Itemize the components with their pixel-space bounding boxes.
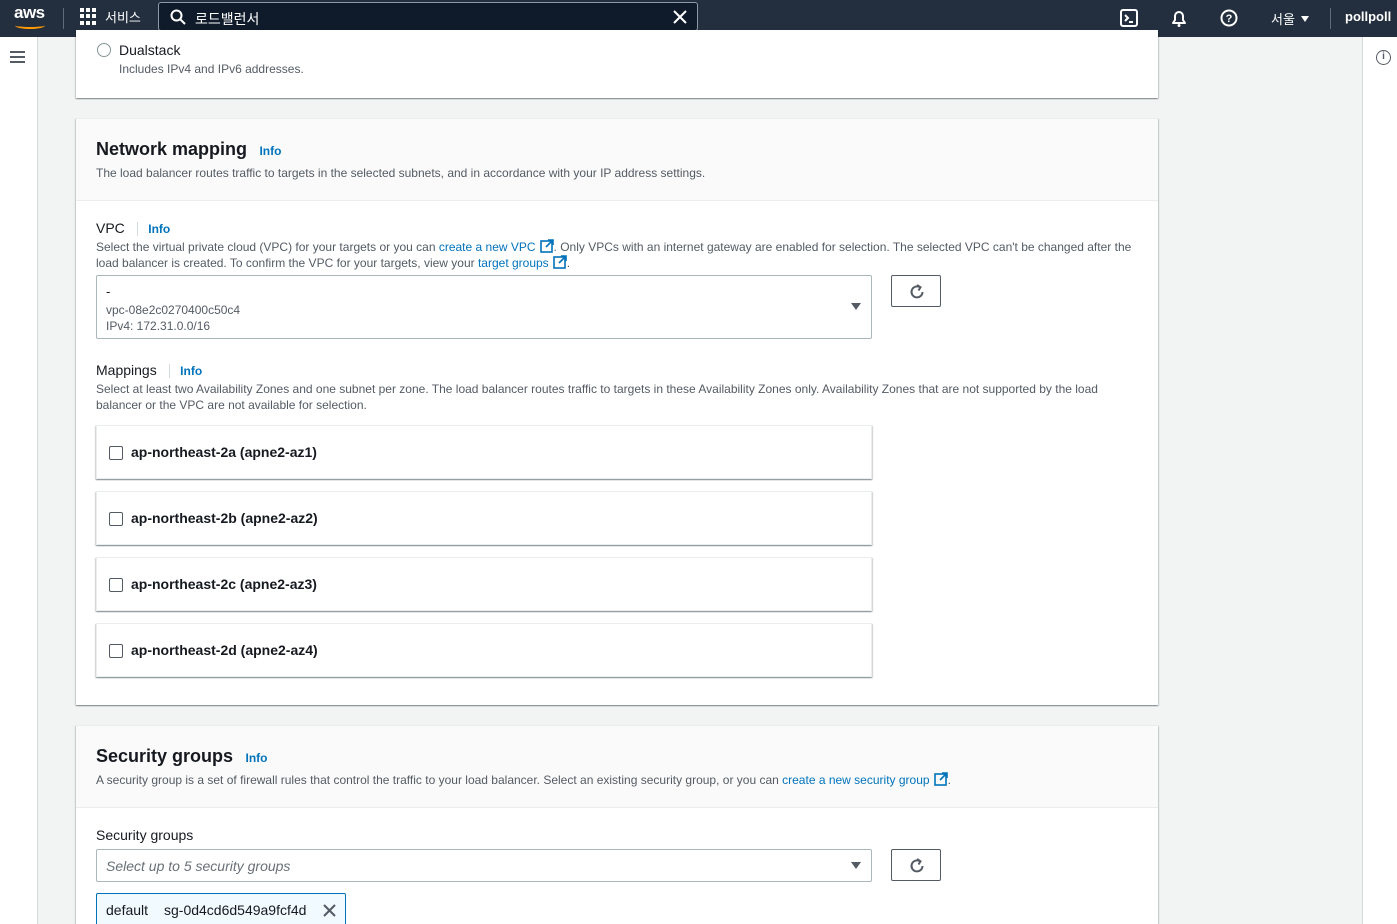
vpc-select[interactable]: - vpc-08e2c0270400c50c4 IPv4: 172.31.0.0…	[96, 275, 872, 339]
external-link-icon	[933, 772, 948, 786]
az-label: ap-northeast-2c (apne2-az3)	[131, 576, 317, 592]
az-label: ap-northeast-2d (apne2-az4)	[131, 642, 318, 658]
caret-down-icon	[851, 303, 861, 310]
security-groups-panel: Security groups Info A security group is…	[76, 725, 1158, 924]
security-groups-info-link[interactable]: Info	[245, 751, 267, 765]
az-option[interactable]: ap-northeast-2d (apne2-az4)	[96, 623, 872, 677]
nav-divider	[63, 8, 64, 29]
az-checkbox[interactable]	[109, 578, 123, 592]
vpc-description: Select the virtual private cloud (VPC) f…	[96, 239, 1136, 271]
az-option[interactable]: ap-northeast-2c (apne2-az3)	[96, 557, 872, 611]
security-groups-header: Security groups Info A security group is…	[76, 726, 1158, 808]
external-link-icon	[552, 255, 567, 269]
network-mapping-header: Network mapping Info The load balancer r…	[76, 119, 1158, 201]
search-icon	[170, 9, 186, 25]
dualstack-radio[interactable]	[97, 43, 111, 57]
create-security-group-link[interactable]: create a new security group	[782, 773, 929, 787]
security-groups-description: A security group is a set of firewall ru…	[96, 772, 1138, 788]
network-mapping-description: The load balancer routes traffic to targ…	[96, 166, 706, 180]
clear-search-icon[interactable]	[671, 8, 689, 26]
sg-desc-text: A security group is a set of firewall ru…	[96, 773, 783, 787]
aws-logo-text: aws	[14, 3, 45, 22]
external-link-icon	[539, 239, 554, 253]
region-selector[interactable]: 서울	[1271, 9, 1309, 28]
grid-icon	[80, 8, 97, 25]
vpc-selected-id: vpc-08e2c0270400c50c4	[106, 303, 241, 317]
hamburger-menu-icon[interactable]	[10, 51, 25, 63]
security-groups-title: Security groups	[96, 746, 234, 766]
search-value: 로드밸런서	[195, 11, 260, 27]
mappings-label: Mappings	[96, 362, 157, 378]
caret-down-icon	[851, 862, 861, 869]
dualstack-description: Includes IPv4 and IPv6 addresses.	[119, 62, 304, 76]
aws-logo[interactable]: aws	[14, 4, 48, 32]
az-label: ap-northeast-2a (apne2-az1)	[131, 444, 317, 460]
vpc-label: VPC	[96, 220, 125, 236]
mappings-label-row: Mappings Info	[96, 362, 203, 380]
vpc-selected-name: -	[106, 284, 111, 299]
az-checkbox[interactable]	[109, 446, 123, 460]
security-groups-field-label: Security groups	[96, 827, 194, 843]
az-checkbox[interactable]	[109, 644, 123, 658]
az-label: ap-northeast-2b (apne2-az2)	[131, 510, 318, 526]
security-group-token: default sg-0d4cd6d549a9fcf4d	[96, 893, 346, 924]
refresh-icon	[910, 858, 924, 873]
az-option[interactable]: ap-northeast-2b (apne2-az2)	[96, 491, 872, 545]
search-input[interactable]: 로드밸런서	[158, 2, 698, 31]
help-icon[interactable]: ?	[1218, 7, 1240, 29]
services-menu-button[interactable]: 서비스	[80, 7, 141, 26]
close-icon[interactable]	[322, 903, 337, 918]
left-navigation-rail	[0, 37, 38, 924]
mappings-info-link[interactable]: Info	[169, 364, 203, 378]
create-vpc-link[interactable]: create a new VPC	[439, 240, 536, 254]
az-option[interactable]: ap-northeast-2a (apne2-az1)	[96, 425, 872, 479]
vpc-desc-text: Select the virtual private cloud (VPC) f…	[96, 240, 439, 254]
security-groups-placeholder: Select up to 5 security groups	[106, 858, 291, 874]
right-tools-rail: i	[1362, 37, 1397, 924]
vpc-refresh-button[interactable]	[891, 275, 941, 307]
refresh-icon	[910, 284, 924, 299]
vpc-desc-text: .	[566, 256, 571, 270]
sg-desc-text: .	[947, 773, 951, 787]
info-panel-icon[interactable]: i	[1376, 50, 1391, 65]
token-name: default	[106, 902, 149, 918]
nav-divider	[1330, 8, 1331, 29]
mappings-description: Select at least two Availability Zones a…	[96, 382, 1098, 412]
cloudshell-icon[interactable]	[1118, 7, 1140, 29]
target-groups-link[interactable]: target groups	[478, 256, 549, 270]
notifications-bell-icon[interactable]	[1168, 7, 1190, 29]
vpc-info-link[interactable]: Info	[137, 222, 171, 236]
token-id: sg-0d4cd6d549a9fcf4d	[164, 902, 307, 918]
network-mapping-panel: Network mapping Info The load balancer r…	[76, 118, 1158, 705]
network-mapping-title: Network mapping	[96, 139, 248, 159]
chevron-down-icon	[1300, 15, 1309, 22]
services-label: 서비스	[105, 10, 141, 25]
svg-text:?: ?	[1226, 13, 1233, 25]
network-mapping-info-link[interactable]: Info	[259, 144, 281, 158]
vpc-selected-cidr: IPv4: 172.31.0.0/16	[106, 319, 211, 333]
az-checkbox[interactable]	[109, 512, 123, 526]
dualstack-label: Dualstack	[119, 42, 181, 58]
region-label: 서울	[1271, 12, 1295, 27]
account-menu[interactable]: pollpoll	[1345, 9, 1391, 24]
security-groups-select[interactable]: Select up to 5 security groups	[96, 849, 872, 882]
ip-address-type-panel: Dualstack Includes IPv4 and IPv6 address…	[76, 30, 1158, 98]
aws-smile-icon	[15, 22, 45, 29]
security-groups-refresh-button[interactable]	[891, 849, 941, 881]
vpc-label-row: VPC Info	[96, 220, 171, 238]
